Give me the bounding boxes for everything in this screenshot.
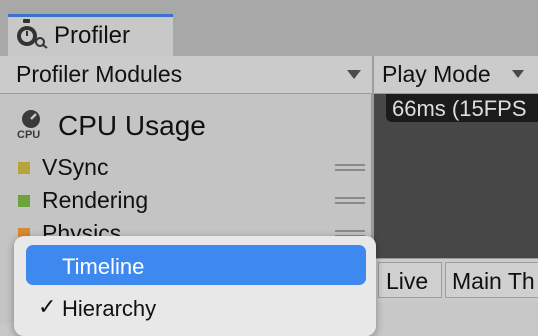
vsync-color-swatch <box>18 162 30 174</box>
main-thread-label: Main Th <box>452 268 535 294</box>
cpu-icon: CPU <box>17 110 40 140</box>
chevron-down-icon <box>512 70 524 78</box>
checkmark-icon: ✓ <box>38 294 57 319</box>
live-button-label: Live <box>386 268 429 294</box>
cpu-icon-text: CPU <box>17 129 40 140</box>
drag-handle-icon[interactable] <box>335 164 365 171</box>
legend-item-rendering[interactable]: Rendering <box>42 189 148 212</box>
drag-handle-icon[interactable] <box>335 197 365 204</box>
play-mode-label: Play Mode <box>382 61 491 87</box>
cpu-usage-title[interactable]: CPU Usage <box>58 110 206 142</box>
details-panel <box>374 302 538 323</box>
menu-item-timeline-label: Timeline <box>62 254 145 279</box>
menu-item-hierarchy[interactable]: Hierarchy <box>62 296 156 322</box>
legend-item-vsync[interactable]: VSync <box>42 156 108 179</box>
profiler-stopwatch-icon <box>17 19 48 49</box>
rendering-color-swatch <box>18 195 30 207</box>
chevron-down-icon <box>347 70 361 79</box>
frame-time-label: 66ms (15FPS <box>392 96 527 121</box>
tab-title: Profiler <box>54 22 131 49</box>
profiler-modules-label: Profiler Modules <box>16 61 183 87</box>
